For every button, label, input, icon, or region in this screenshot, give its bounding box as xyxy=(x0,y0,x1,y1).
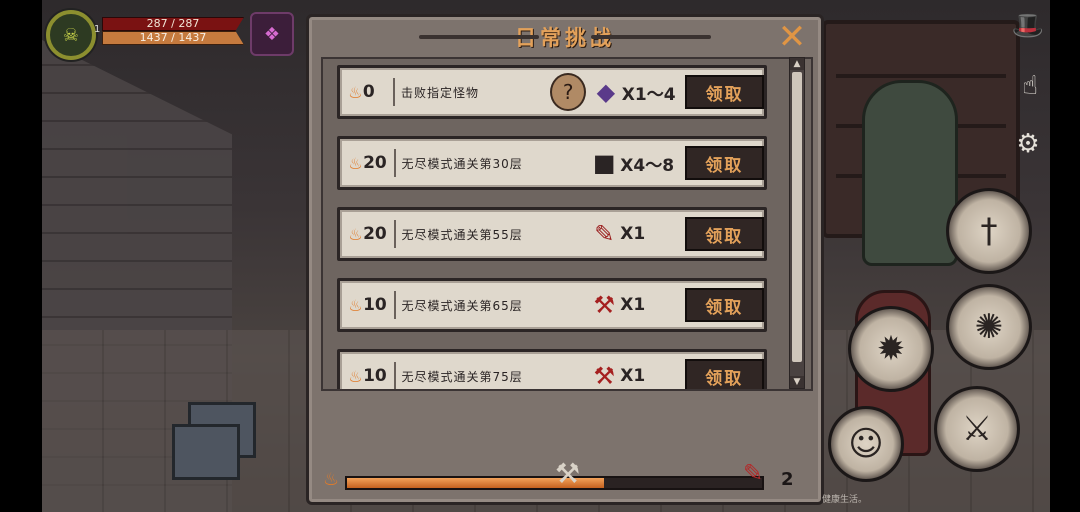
skill-slot-2-claw-icon[interactable]: ✺ xyxy=(946,284,1032,370)
flame-icon: ♨ xyxy=(348,153,363,173)
question-badge-icon: ? xyxy=(550,73,587,111)
task-row: ♨ 0 击败指定怪物 ? ◆ X1～4 领取 xyxy=(337,65,767,119)
task-description: 无尽模式通关第65层 xyxy=(401,298,523,313)
title-ornament-right xyxy=(591,35,711,39)
task-description: 无尽模式通关第75层 xyxy=(401,369,523,384)
scrollbar-thumb[interactable] xyxy=(792,72,802,362)
flame-icon: ♨ xyxy=(348,224,363,244)
reward-quantity: X1～4 xyxy=(621,84,676,105)
reward-count: 2 xyxy=(781,469,794,490)
task-row: ♨ 20 无尽模式通关第30层 ■ X4～8 领取 xyxy=(337,136,767,190)
title-ornament-left xyxy=(419,35,539,39)
flame-icon: ♨ xyxy=(348,82,363,102)
scroll-down-arrow-icon[interactable]: ▼ xyxy=(790,376,804,388)
task-points: 20 xyxy=(363,153,387,173)
settings-gear-icon[interactable]: ⚙ xyxy=(1008,124,1048,164)
player-portrait-icon[interactable]: ☠ xyxy=(46,10,96,60)
divider xyxy=(393,78,396,106)
skill-slot-1-dagger-icon[interactable]: † xyxy=(946,188,1032,274)
blade-reward-icon[interactable]: ✎ xyxy=(743,459,763,487)
divider xyxy=(393,291,396,319)
divider xyxy=(393,220,396,248)
reward-quantity: X1 xyxy=(620,366,646,386)
task-points: 10 xyxy=(363,295,387,315)
claim-button[interactable]: 领取 xyxy=(684,288,764,322)
claim-button[interactable]: 领取 xyxy=(684,359,764,389)
claim-button[interactable]: 领取 xyxy=(684,146,764,180)
dark-chest-icon: ■ xyxy=(592,149,616,177)
wooden-crate xyxy=(172,424,240,480)
pet-portrait-icon[interactable]: ❖ xyxy=(250,12,294,56)
activity-progress: ♨ ⚒ ✎ 2 xyxy=(323,457,794,491)
task-description: 无尽模式通关第30层 xyxy=(401,156,523,171)
flame-icon: ♨ xyxy=(348,366,363,386)
attack-sword-icon[interactable]: ⚔ xyxy=(934,386,1020,472)
reward-quantity: X4～8 xyxy=(620,155,675,176)
close-icon[interactable]: ✕ xyxy=(776,20,808,54)
left-letterbox xyxy=(0,0,42,512)
task-points: 10 xyxy=(363,366,387,386)
skill-slot-3-burst-icon[interactable]: ✹ xyxy=(848,306,934,392)
player-level: 1 xyxy=(94,24,101,35)
reward-quantity: X1 xyxy=(620,295,646,315)
purple-crystal-icon: ◆ xyxy=(596,78,616,106)
task-row: ♨ 10 无尽模式通关第65层 ⚒ X1 领取 xyxy=(337,278,767,332)
scroll-up-arrow-icon[interactable]: ▲ xyxy=(790,58,804,70)
divider xyxy=(393,362,396,389)
mp-bar: 1437 / 1437 xyxy=(102,31,244,45)
health-notice: 健康生活。 xyxy=(822,495,868,505)
axe-reward-icon[interactable]: ⚒ xyxy=(555,457,580,490)
task-list[interactable]: ♨ 0 击败指定怪物 ? ◆ X1～4 领取 ♨ 20 无尽模式通关第30层 ■… xyxy=(321,57,813,391)
skill-slot-4-face-icon[interactable]: ☺ xyxy=(828,406,904,482)
hat-character-icon[interactable]: 🎩 xyxy=(1008,6,1048,46)
task-row: ♨ 10 无尽模式通关第75层 ⚒ X1 领取 xyxy=(337,349,767,390)
red-axe-icon: ⚒ xyxy=(593,291,616,319)
bloody-blade-icon: ✎ xyxy=(594,220,615,248)
daily-challenge-panel: 日常挑战 ✕ ♨ 0 击败指定怪物 ? ◆ X1～4 领取 ♨ 20 无尽模式通… xyxy=(306,14,824,505)
task-description: 击败指定怪物 xyxy=(401,85,480,100)
reward-quantity: X1 xyxy=(620,224,646,244)
task-points: 0 xyxy=(362,82,375,102)
coin-hand-icon[interactable]: ☝ xyxy=(1010,66,1050,106)
plague-doctor-character xyxy=(862,80,958,266)
divider xyxy=(393,149,396,177)
task-description: 无尽模式通关第55层 xyxy=(401,227,523,242)
task-points: 20 xyxy=(363,224,387,244)
claim-button[interactable]: 领取 xyxy=(684,217,764,251)
right-letterbox xyxy=(1050,0,1080,512)
panel-header: 日常挑战 xyxy=(309,17,821,57)
task-row: ♨ 20 无尽模式通关第55层 ✎ X1 领取 xyxy=(337,207,767,261)
claim-button[interactable]: 领取 xyxy=(685,75,764,109)
flame-icon: ♨ xyxy=(348,295,363,315)
red-axe-icon: ⚒ xyxy=(593,362,616,390)
flame-icon: ♨ xyxy=(323,469,340,490)
hp-bar: 287 / 287 xyxy=(102,17,244,31)
task-list-scrollbar[interactable]: ▲ ▼ xyxy=(789,57,805,389)
